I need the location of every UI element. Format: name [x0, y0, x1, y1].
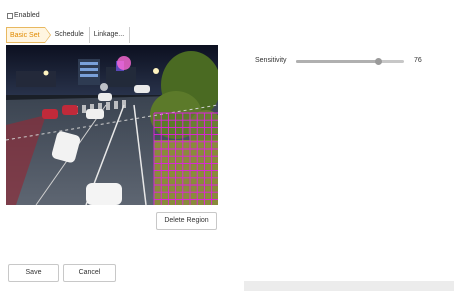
delete-region-button[interactable]: Delete Region [156, 212, 217, 230]
enable-checkbox[interactable] [7, 12, 13, 19]
settings-panel: Enabled Basic Set Schedule Linkage... De… [0, 0, 454, 291]
tab-bar: Basic Set Schedule Linkage... [6, 27, 131, 43]
tab-schedule[interactable]: Schedule [51, 27, 90, 43]
sensitivity-label: Sensitivity [255, 57, 287, 64]
camera-preview[interactable] [6, 45, 218, 205]
cancel-button[interactable]: Cancel [63, 264, 116, 282]
save-button[interactable]: Save [8, 264, 59, 282]
camera-image [6, 45, 218, 205]
footer-strip [244, 281, 454, 291]
sensitivity-slider-thumb[interactable] [375, 58, 383, 65]
sensitivity-value: 76 [414, 57, 422, 64]
tab-basic-set[interactable]: Basic Set [6, 27, 51, 43]
tab-linkage[interactable]: Linkage... [90, 27, 131, 43]
sensitivity-slider-fill [296, 60, 379, 63]
enable-label: Enabled [14, 12, 40, 19]
enable-row[interactable]: Enabled [7, 12, 40, 19]
sensitivity-slider[interactable] [296, 58, 404, 65]
